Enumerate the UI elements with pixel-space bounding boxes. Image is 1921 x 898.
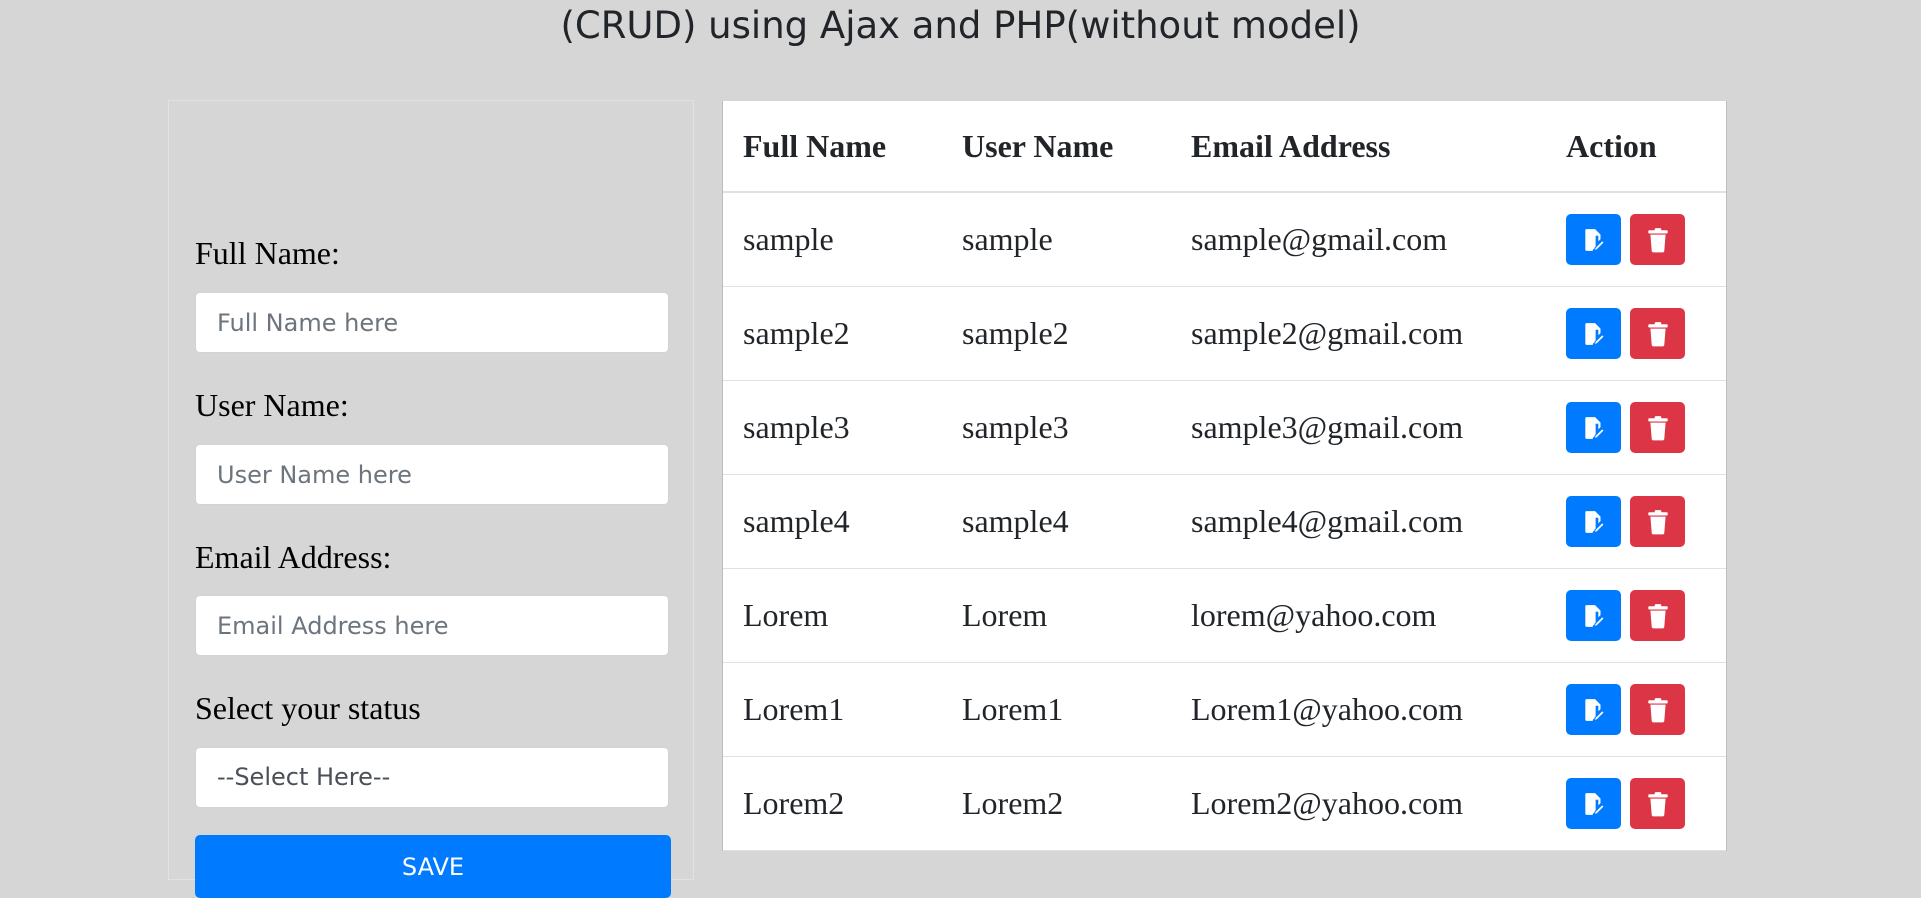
delete-button[interactable] [1630,590,1685,641]
delete-button[interactable] [1630,308,1685,359]
table-body: sample sample sample@gmail.com sample2 s… [723,192,1726,851]
cell-email: sample@gmail.com [1171,192,1546,287]
status-select[interactable]: --Select Here-- [195,747,669,808]
page-title: (CRUD) using Ajax and PHP(without model) [560,4,1361,47]
cell-full-name: Lorem [723,568,942,663]
cell-user-name: sample2 [942,286,1171,381]
delete-button[interactable] [1630,402,1685,453]
cell-full-name: sample3 [723,380,942,475]
delete-button[interactable] [1630,214,1685,265]
trash-icon [1647,321,1668,346]
row-actions [1566,496,1726,547]
row-actions [1566,778,1726,829]
edit-icon [1584,792,1605,815]
table-row: Lorem1 Lorem1 Lorem1@yahoo.com [723,662,1726,757]
row-actions [1566,402,1726,453]
trash-icon [1647,415,1668,440]
cell-user-name: sample4 [942,474,1171,569]
edit-button[interactable] [1566,308,1621,359]
table-row: sample sample sample@gmail.com [723,192,1726,287]
header-user-name: User Name [942,101,1171,193]
edit-icon [1584,416,1605,439]
cell-user-name: sample [942,192,1171,287]
trash-icon [1647,697,1668,722]
table-header-row: Full Name User Name Email Address Action [723,101,1726,193]
cell-actions [1546,286,1726,381]
cell-actions [1546,192,1726,287]
edit-button[interactable] [1566,214,1621,265]
table-row: sample2 sample2 sample2@gmail.com [723,286,1726,381]
cell-actions [1546,474,1726,569]
edit-icon [1584,322,1605,345]
trash-icon [1647,603,1668,628]
table-row: Lorem2 Lorem2 Lorem2@yahoo.com [723,756,1726,851]
cell-user-name: Lorem2 [942,756,1171,851]
cell-user-name: sample3 [942,380,1171,475]
edit-button[interactable] [1566,402,1621,453]
cell-user-name: Lorem1 [942,662,1171,757]
cell-full-name: sample [723,192,942,287]
trash-icon [1647,509,1668,534]
cell-email: Lorem2@yahoo.com [1171,756,1546,851]
cell-email: lorem@yahoo.com [1171,568,1546,663]
email-label: Email Address: [195,539,392,575]
cell-user-name: Lorem [942,568,1171,663]
row-actions [1566,684,1726,735]
row-actions [1566,590,1726,641]
email-input[interactable] [195,595,669,656]
delete-button[interactable] [1630,496,1685,547]
cell-actions [1546,662,1726,757]
cell-full-name: Lorem2 [723,756,942,851]
header-email-address: Email Address [1171,101,1546,193]
users-table: Full Name User Name Email Address Action… [723,101,1726,851]
edit-icon [1584,604,1605,627]
delete-button[interactable] [1630,778,1685,829]
edit-icon [1584,228,1605,251]
cell-full-name: sample4 [723,474,942,569]
delete-button[interactable] [1630,684,1685,735]
cell-full-name: Lorem1 [723,662,942,757]
trash-icon [1647,227,1668,252]
table-row: Lorem Lorem lorem@yahoo.com [723,568,1726,663]
cell-actions [1546,568,1726,663]
cell-actions [1546,756,1726,851]
header-full-name: Full Name [723,101,942,193]
row-actions [1566,308,1726,359]
cell-email: Lorem1@yahoo.com [1171,662,1546,757]
cell-email: sample2@gmail.com [1171,286,1546,381]
users-table-container: Full Name User Name Email Address Action… [722,101,1727,851]
trash-icon [1647,791,1668,816]
full-name-label: Full Name: [195,235,340,271]
row-actions [1566,214,1726,265]
cell-email: sample3@gmail.com [1171,380,1546,475]
edit-button[interactable] [1566,778,1621,829]
cell-actions [1546,380,1726,475]
edit-icon [1584,698,1605,721]
edit-icon [1584,510,1605,533]
header-action: Action [1546,101,1726,193]
user-name-input[interactable] [195,444,669,505]
edit-button[interactable] [1566,590,1621,641]
edit-button[interactable] [1566,684,1621,735]
edit-button[interactable] [1566,496,1621,547]
save-button[interactable]: SAVE [195,835,671,898]
full-name-input[interactable] [195,292,669,353]
status-label: Select your status [195,690,421,726]
user-form: Full Name: User Name: Email Address: Sel… [168,100,694,898]
table-row: sample4 sample4 sample4@gmail.com [723,474,1726,569]
cell-full-name: sample2 [723,286,942,381]
user-name-label: User Name: [195,387,349,423]
cell-email: sample4@gmail.com [1171,474,1546,569]
table-row: sample3 sample3 sample3@gmail.com [723,380,1726,475]
